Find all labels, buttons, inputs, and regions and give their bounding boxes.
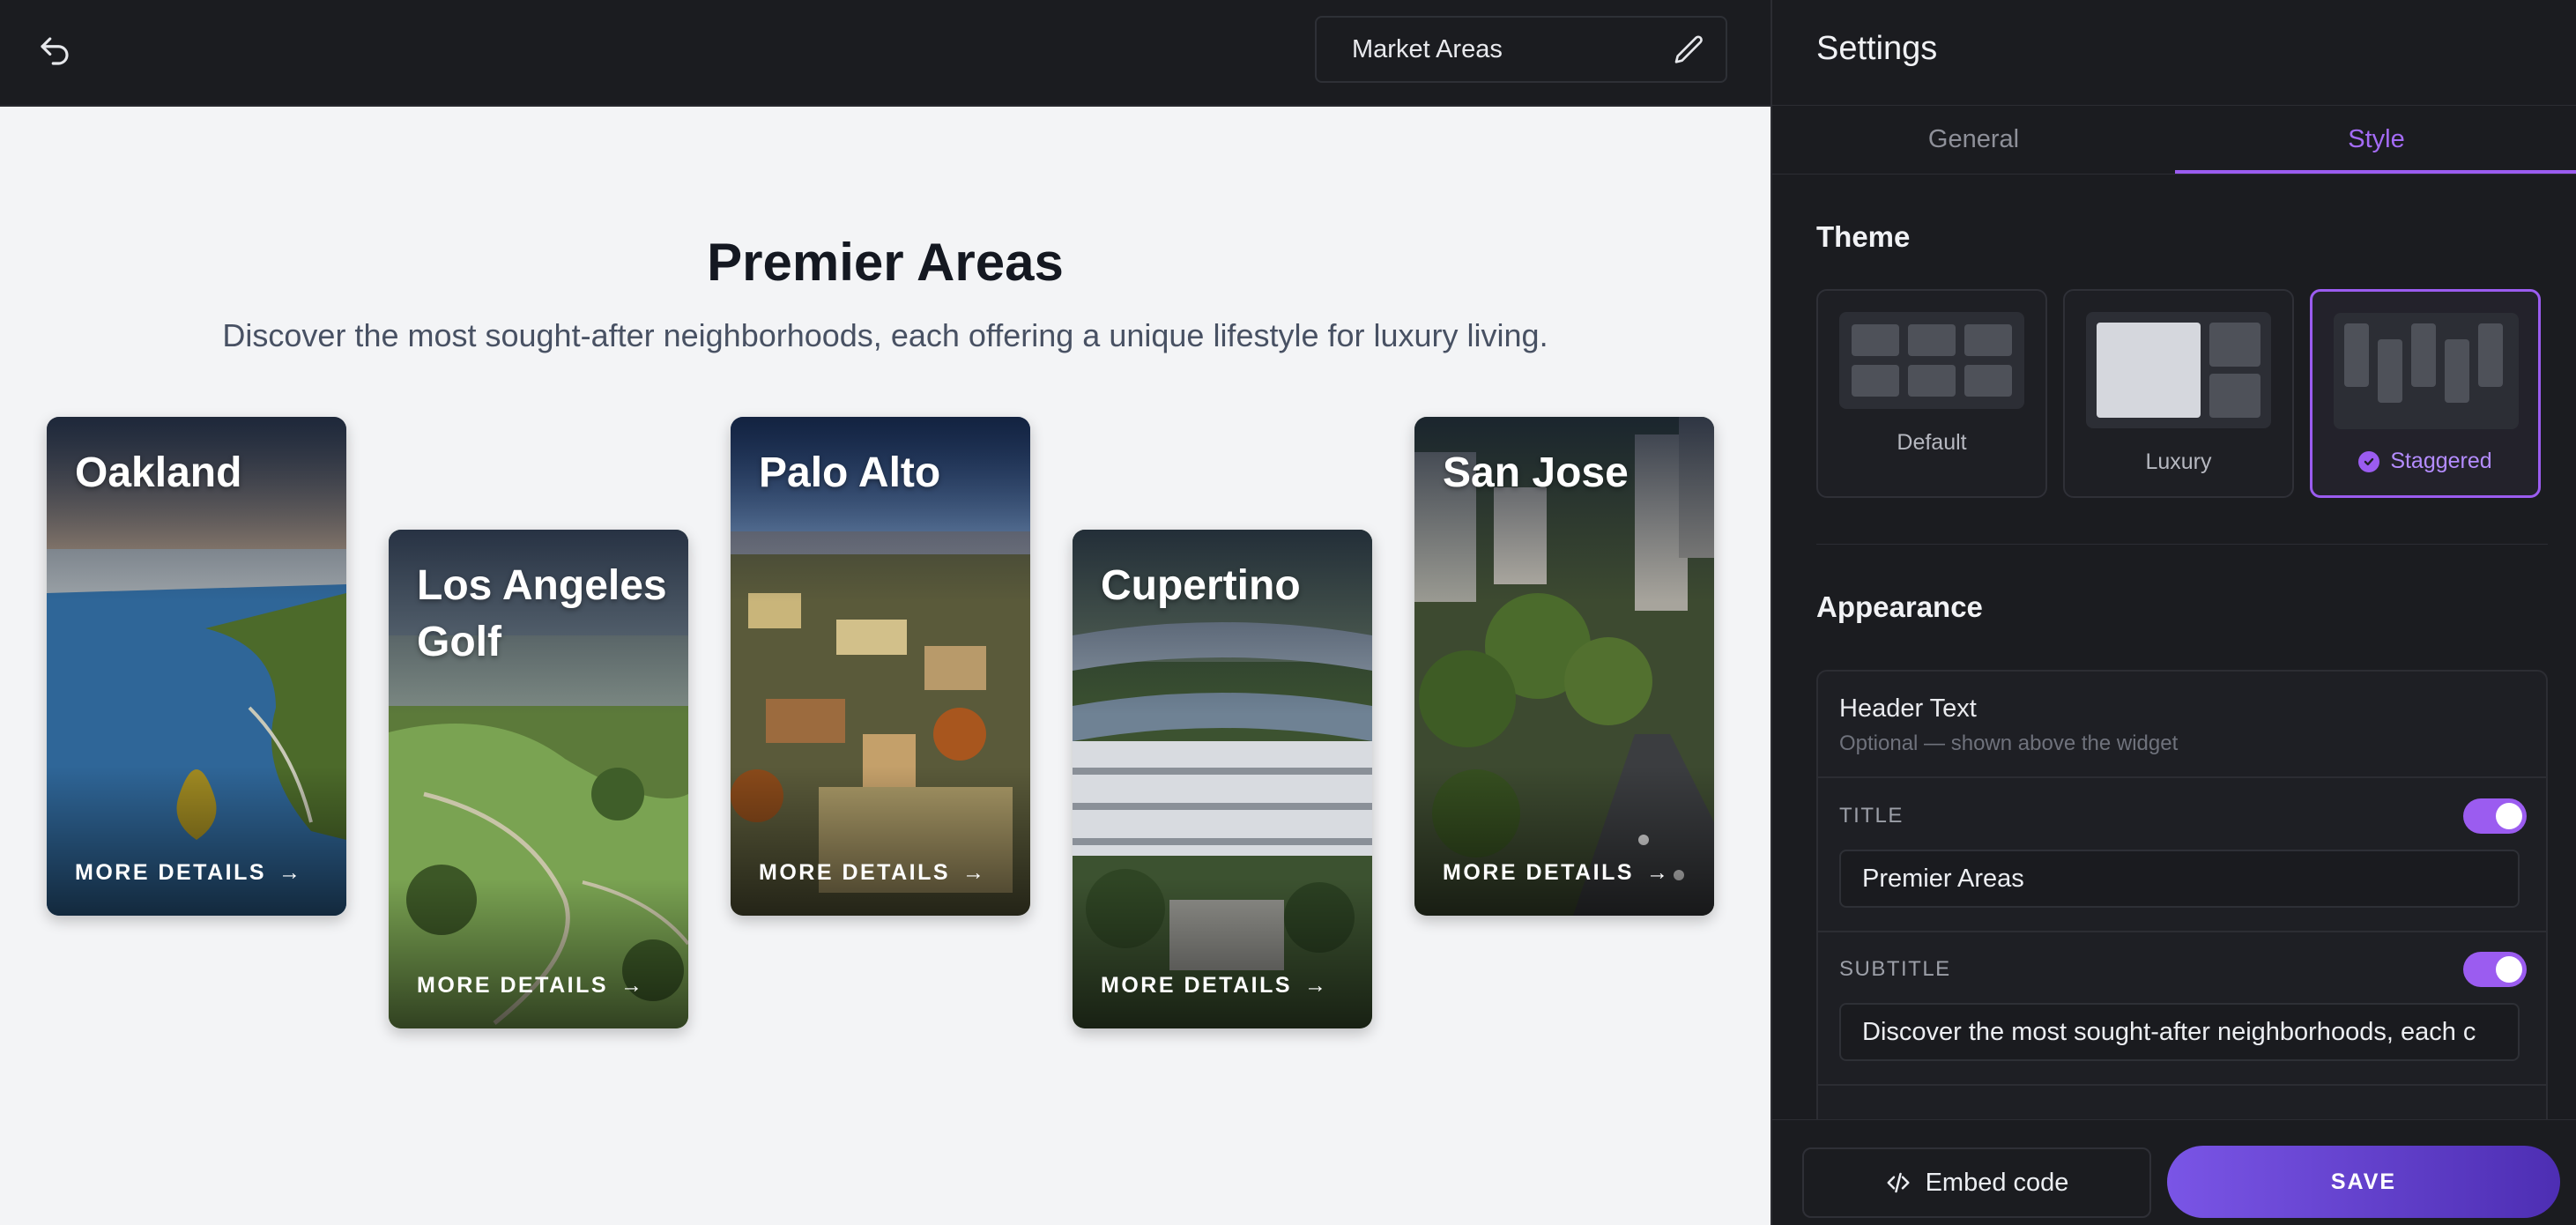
more-details-label: MORE DETAILS [417,973,609,998]
settings-panel: Settings General Style Theme Default Lux… [1771,0,2576,1225]
title-field-label: TITLE [1839,804,1904,828]
more-details-label: MORE DETAILS [75,860,267,885]
undo-icon [41,37,69,65]
more-details-label: MORE DETAILS [1443,860,1635,885]
edit-name-button[interactable] [1669,30,1710,71]
arrow-right-icon: → [278,860,303,885]
theme-option-luxury[interactable]: Luxury [2063,289,2294,498]
subtitle-field-label: SUBTITLE [1839,957,1951,981]
area-card-san-jose[interactable]: San Jose MORE DETAILS → [1414,417,1714,916]
tab-general[interactable]: General [1772,106,2175,174]
undo-button[interactable] [33,30,76,72]
luxury-layout-thumbnail [2086,312,2271,428]
staggered-layout-thumbnail [2334,313,2519,429]
more-details-label: MORE DETAILS [759,860,951,885]
title-input[interactable]: Premier Areas [1839,850,2520,908]
area-card-cupertino[interactable]: Cupertino MORE DETAILS → [1073,530,1372,1028]
theme-label: Luxury [2145,449,2212,474]
top-bar: Market Areas [0,0,1771,106]
theme-label: Staggered [2390,449,2492,473]
theme-heading: Theme [1816,220,1911,253]
area-card-oakland[interactable]: Oakland MORE DETAILS → [47,417,346,916]
card-title: Cupertino [1101,562,1301,609]
subtitle-input[interactable]: Discover the most sought-after neighborh… [1839,1003,2520,1061]
more-details-link[interactable]: MORE DETAILS → [1101,973,1329,999]
card-title: San Jose [1443,449,1629,496]
area-card-los-angeles-golf[interactable]: Los Angeles Golf MORE DETAILS → [389,530,688,1028]
preview-canvas: Premier Areas Discover the most sought-a… [0,107,1771,1225]
widget-name-field[interactable]: Market Areas [1315,16,1727,83]
theme-label: Default [1897,430,1967,455]
more-details-link[interactable]: MORE DETAILS → [75,860,303,886]
preview-subtitle: Discover the most sought-after neighborh… [222,317,1548,353]
check-icon [2358,450,2380,472]
arrow-right-icon: → [620,973,645,998]
appearance-heading: Appearance [1816,590,1983,623]
tab-style[interactable]: Style [2175,106,2576,174]
settings-footer: Embed code SAVE [1772,1119,2576,1225]
card-title: Los Angeles Golf [417,562,667,665]
divider [1818,931,2546,932]
theme-option-default[interactable]: Default [1816,289,2047,498]
widget-name-text: Market Areas [1352,34,1503,63]
subtitle-toggle[interactable] [2463,952,2527,987]
pencil-icon [1674,35,1703,63]
code-icon [1887,1172,1910,1193]
settings-title: Settings [1816,30,1938,67]
more-details-link[interactable]: MORE DETAILS → [1443,860,1671,886]
more-details-link[interactable]: MORE DETAILS → [417,973,645,999]
embed-code-label: Embed code [1925,1168,2069,1197]
card-title: Oakland [75,449,242,496]
area-card-palo-alto[interactable]: Palo Alto MORE DETAILS → [731,417,1030,916]
more-details-label: MORE DETAILS [1101,973,1293,998]
arrow-right-icon: → [1646,860,1671,885]
more-details-link[interactable]: MORE DETAILS → [759,860,987,886]
divider [1818,1084,2546,1086]
arrow-right-icon: → [1304,973,1329,998]
preview-title: Premier Areas [707,233,1064,292]
header-text-label: Header Text [1839,694,1977,723]
divider [1816,544,2548,545]
default-layout-thumbnail [1839,312,2024,409]
header-text-group: Header Text Optional — shown above the w… [1818,672,2546,778]
card-title: Palo Alto [759,449,941,496]
theme-option-staggered[interactable]: Staggered [2310,289,2541,498]
save-button[interactable]: SAVE [2167,1146,2560,1218]
title-toggle[interactable] [2463,798,2527,834]
arrow-right-icon: → [962,860,987,885]
embed-code-button[interactable]: Embed code [1802,1147,2151,1218]
header-text-hint: Optional — shown above the widget [1839,731,2179,755]
